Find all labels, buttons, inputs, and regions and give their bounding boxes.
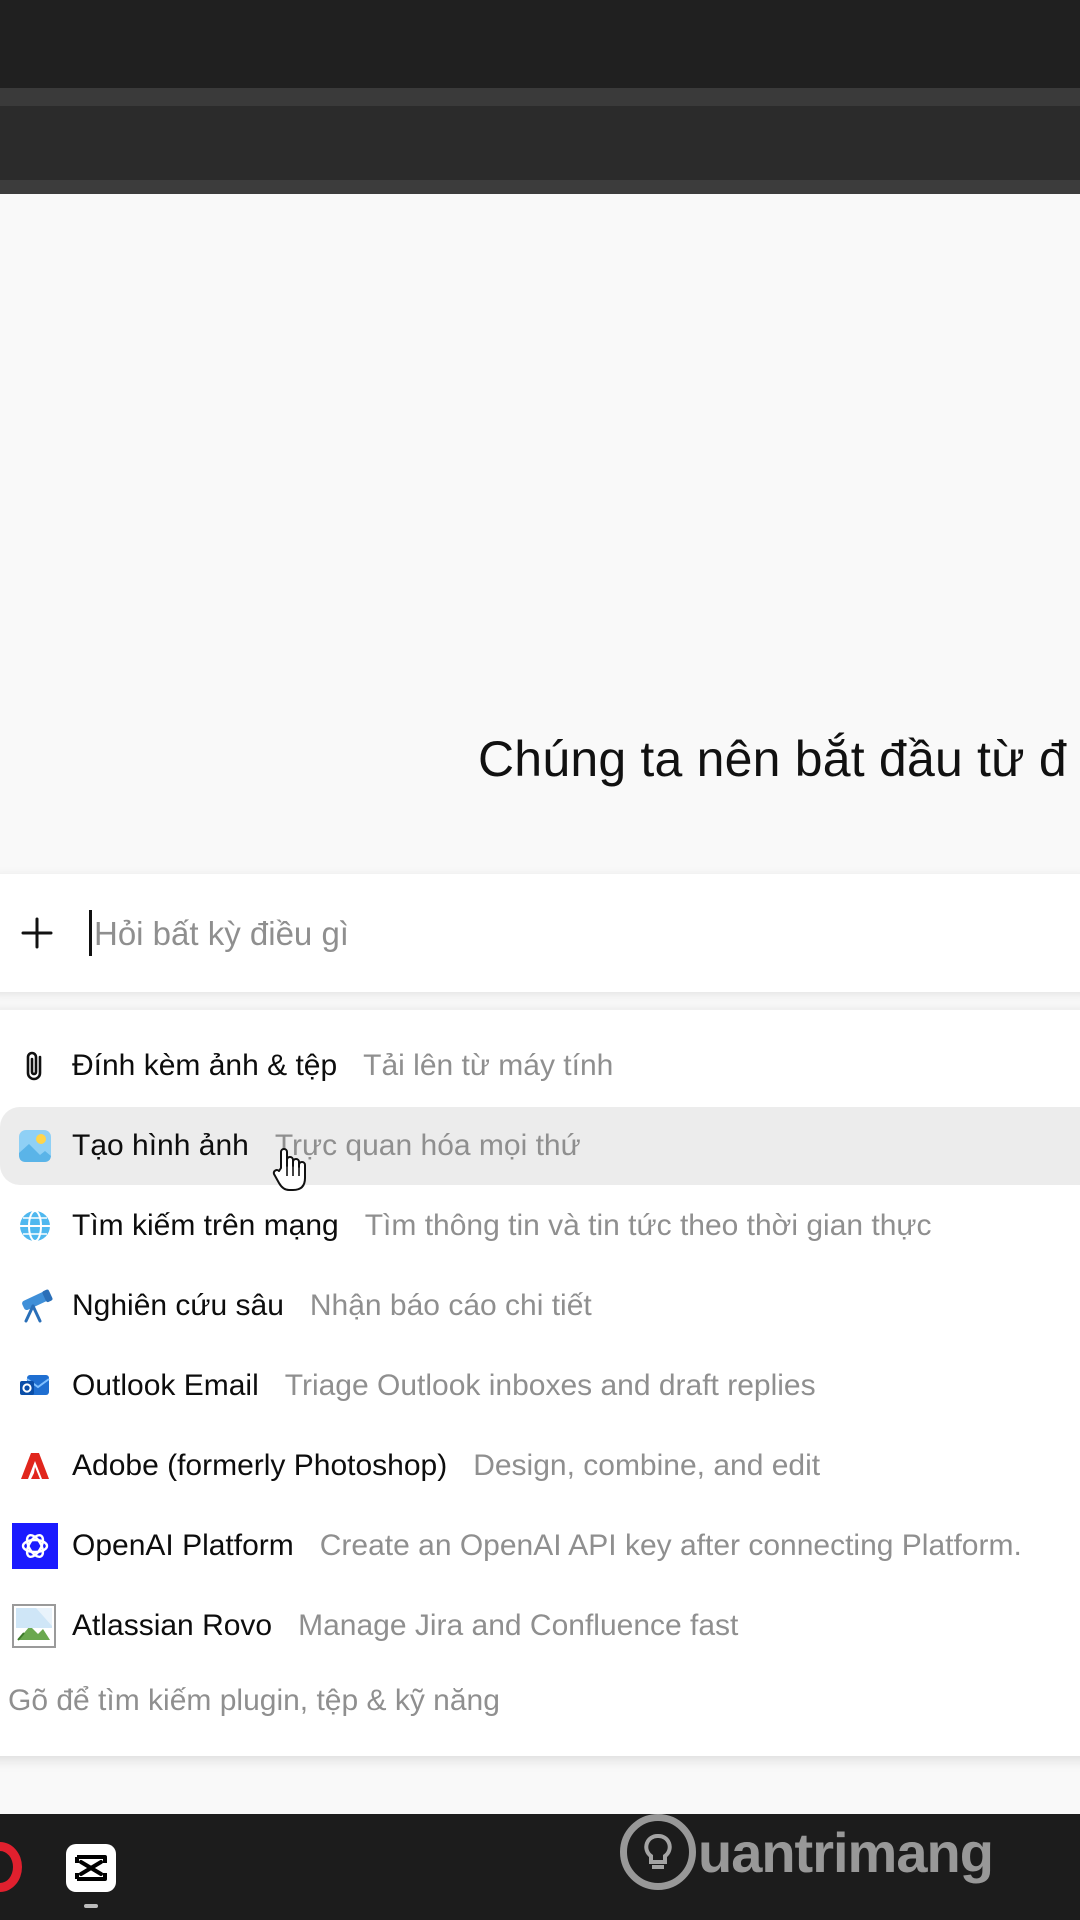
globe-icon — [16, 1207, 54, 1245]
outlook-icon — [16, 1367, 54, 1405]
menu-item-label: Outlook Email — [72, 1369, 259, 1402]
menu-item-outlook-email[interactable]: Outlook Email Triage Outlook inboxes and… — [0, 1347, 1080, 1425]
watermark-text: uantrimang — [698, 1820, 994, 1884]
menu-item-description: Tải lên từ máy tính — [363, 1049, 614, 1082]
plus-icon — [21, 917, 53, 949]
menu-item-atlassian-rovo[interactable]: Atlassian Rovo Manage Jira and Confluenc… — [0, 1587, 1080, 1665]
menu-item-label: Nghiên cứu sâu — [72, 1289, 284, 1322]
menu-item-openai-platform[interactable]: OpenAI Platform Create an OpenAI API key… — [0, 1507, 1080, 1585]
browser-toolbar — [0, 106, 1080, 190]
menu-item-label: Atlassian Rovo — [72, 1609, 273, 1642]
menu-item-description: Triage Outlook inboxes and draft replies — [284, 1369, 816, 1402]
menu-item-label: Tìm kiếm trên mạng — [72, 1209, 339, 1242]
menu-item-web-search[interactable]: Tìm kiếm trên mạng Tìm thông tin và tin … — [0, 1187, 1080, 1265]
capcut-icon[interactable] — [66, 1844, 116, 1892]
menu-item-description: Trực quan hóa mọi thứ — [274, 1129, 581, 1162]
telescope-icon — [16, 1287, 54, 1325]
prompt-input[interactable] — [94, 906, 994, 962]
menu-item-label: Đính kèm ảnh & tệp — [72, 1049, 338, 1082]
menu-item-label: OpenAI Platform — [72, 1529, 294, 1562]
watermark: uantrimang — [620, 1812, 994, 1892]
menu-item-description: Design, combine, and edit — [473, 1449, 821, 1482]
menu-item-description: Nhận báo cáo chi tiết — [309, 1289, 592, 1322]
menu-search-hint: Gõ để tìm kiếm plugin, tệp & kỹ năng — [8, 1684, 500, 1717]
add-attachment-button[interactable] — [14, 905, 60, 961]
text-caret — [89, 910, 92, 956]
menu-item-create-image[interactable]: Tạo hình ảnh Trực quan hóa mọi thứ — [0, 1107, 1080, 1185]
menu-item-description: Manage Jira and Confluence fast — [298, 1609, 739, 1642]
browser-toolbar-edge — [0, 180, 1080, 194]
welcome-headline: Chúng ta nên bắt đầu từ đ — [478, 731, 1067, 787]
menu-item-adobe[interactable]: Adobe (formerly Photoshop) Design, combi… — [0, 1427, 1080, 1505]
openai-icon — [12, 1523, 58, 1569]
capcut-glyph-icon — [75, 1855, 107, 1881]
menu-item-label: Tạo hình ảnh — [72, 1129, 249, 1162]
browser-titlebar — [0, 0, 1080, 88]
menu-item-attach-files[interactable]: Đính kèm ảnh & tệp Tải lên từ máy tính — [0, 1027, 1080, 1105]
paperclip-icon — [16, 1047, 54, 1085]
menu-item-description: Create an OpenAI API key after connectin… — [319, 1529, 1022, 1562]
lightbulb-logo-icon — [620, 1814, 696, 1890]
taskbar-active-indicator — [84, 1904, 98, 1908]
hand-cursor-icon — [272, 1148, 306, 1191]
menu-item-deep-research[interactable]: Nghiên cứu sâu Nhận báo cáo chi tiết — [0, 1267, 1080, 1345]
menu-item-description: Tìm thông tin và tin tức theo thời gian … — [364, 1209, 932, 1242]
browser-tabstrip — [0, 88, 1080, 106]
menu-item-label: Adobe (formerly Photoshop) — [72, 1449, 448, 1482]
adobe-icon — [16, 1447, 54, 1485]
image-icon — [16, 1127, 54, 1165]
broken-image-icon — [12, 1604, 56, 1648]
